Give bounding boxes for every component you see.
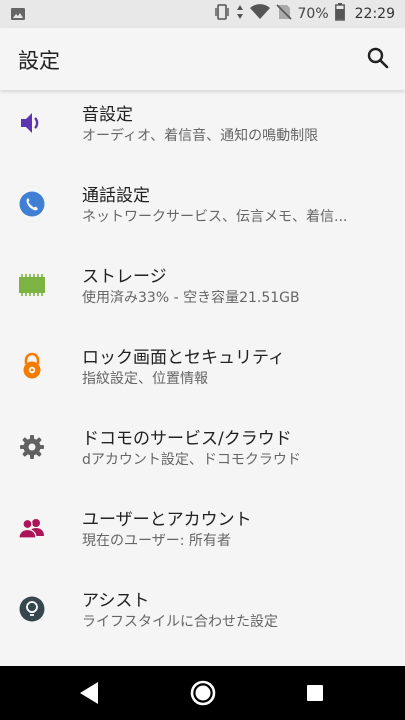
recents-button[interactable]	[300, 678, 330, 708]
settings-item-sound[interactable]: 音設定 オーディオ、着信音、通知の鳴動制限	[0, 90, 405, 171]
battery-percent: 70%	[297, 6, 329, 22]
settings-item-subtitle: dアカウント設定、ドコモクラウド	[82, 452, 301, 468]
storage-chip-icon	[19, 274, 45, 296]
settings-item-subtitle: 指紋設定、位置情報	[82, 371, 208, 387]
search-icon	[367, 47, 389, 69]
settings-item-users-accounts[interactable]: ユーザーとアカウント 現在のユーザー: 所有者	[0, 495, 405, 576]
lock-icon	[23, 352, 41, 379]
settings-item-docomo-services[interactable]: ドコモのサービス/クラウド dアカウント設定、ドコモクラウド	[0, 414, 405, 495]
settings-item-title: 通話設定	[82, 186, 150, 206]
app-bar: 設定	[0, 28, 405, 90]
phone-icon	[19, 191, 45, 217]
lightbulb-icon	[19, 596, 45, 622]
vibrate-icon	[214, 3, 230, 25]
settings-item-title: ドコモのサービス/クラウド	[82, 429, 292, 449]
settings-item-subtitle: ライフスタイルに合わせた設定	[82, 614, 278, 630]
settings-item-subtitle: 現在のユーザー: 所有者	[82, 533, 231, 549]
settings-list: 音設定 オーディオ、着信音、通知の鳴動制限 通話設定 ネットワークサービス、伝言…	[0, 90, 405, 657]
clock: 22:29	[354, 6, 395, 22]
settings-item-storage[interactable]: ストレージ 使用済み33% - 空き容量21.51GB	[0, 252, 405, 333]
page-title: 設定	[18, 49, 60, 73]
settings-item-title: ストレージ	[82, 267, 167, 287]
home-circle-icon	[190, 680, 216, 706]
settings-item-lock-security[interactable]: ロック画面とセキュリティ 指紋設定、位置情報	[0, 333, 405, 414]
users-icon	[18, 518, 44, 539]
status-icons: 70% 22:29	[214, 0, 395, 28]
settings-item-title: ユーザーとアカウント	[82, 510, 252, 530]
back-button[interactable]	[74, 678, 104, 708]
recents-square-icon	[307, 685, 323, 701]
settings-item-title: ロック画面とセキュリティ	[82, 348, 285, 368]
settings-item-subtitle: ネットワークサービス、伝言メモ、着信...	[82, 209, 348, 225]
navigation-bar	[0, 666, 405, 720]
battery-icon	[334, 3, 345, 25]
wifi-icon	[249, 4, 270, 24]
status-bar: 70% 22:29	[0, 0, 405, 28]
data-arrows-icon	[236, 4, 244, 24]
home-button[interactable]	[188, 678, 218, 708]
back-triangle-icon	[80, 682, 98, 704]
settings-item-subtitle: 使用済み33% - 空き容量21.51GB	[82, 290, 300, 306]
settings-item-call[interactable]: 通話設定 ネットワークサービス、伝言メモ、着信...	[0, 171, 405, 252]
settings-item-title: 音設定	[82, 105, 133, 125]
search-button[interactable]	[365, 45, 391, 71]
image-notification-icon	[10, 6, 26, 26]
settings-item-assist[interactable]: アシスト ライフスタイルに合わせた設定	[0, 576, 405, 657]
no-sim-icon	[275, 4, 292, 24]
speaker-icon	[21, 113, 39, 133]
gear-icon	[20, 435, 44, 459]
settings-item-subtitle: オーディオ、着信音、通知の鳴動制限	[82, 128, 319, 144]
settings-item-title: アシスト	[82, 591, 150, 611]
